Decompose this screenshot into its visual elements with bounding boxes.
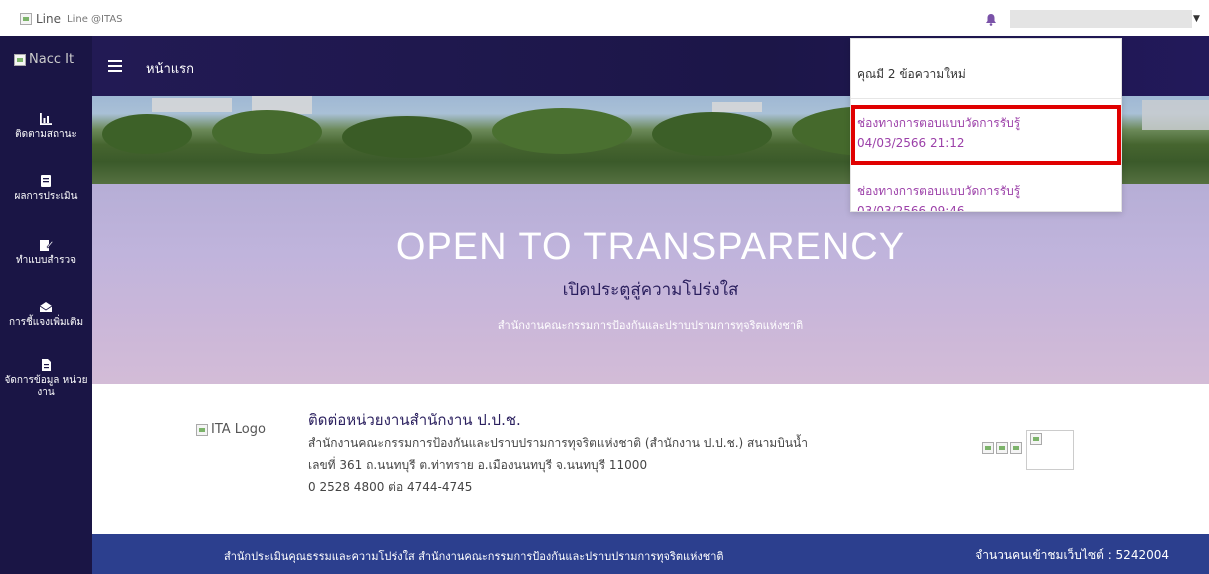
hero-subtitle: เปิดประตูสู่ความโปร่งใส (562, 280, 739, 300)
partner-logo-box[interactable] (1026, 430, 1074, 470)
document-icon (41, 175, 51, 187)
file-icon (42, 359, 51, 371)
footer-org-name: สำนักประเมินคุณธรรมและความโปร่งใส สำนักง… (224, 550, 724, 563)
notification-title: ช่องทางการตอบแบบวัดการรับรู้ (857, 116, 1021, 130)
visitor-counter: จำนวนคนเข้าชมเว็บไซต์ : 5242004 (975, 548, 1169, 562)
notification-dropdown: คุณมี 2 ข้อความใหม่ ช่องทางการตอบแบบวัดก… (850, 38, 1122, 212)
contact-phone: 0 2528 4800 ต่อ 4744-4745 (308, 480, 473, 494)
ita-logo: ITA Logo (196, 422, 266, 437)
sidebar-logo-alt: Nacc It (29, 52, 75, 67)
user-name-redacted[interactable] (1010, 10, 1192, 28)
line-logo-alt: Line (36, 12, 62, 26)
line-logo[interactable]: Line Line @ITAS (20, 12, 123, 26)
envelope-icon (39, 302, 53, 312)
nav-home[interactable]: หน้าแรก (146, 58, 194, 79)
sidebar-item-status[interactable]: ติดตามสถานะ (0, 112, 92, 141)
footer: สำนักประเมินคุณธรรมและความโปร่งใส สำนักง… (92, 534, 1209, 574)
sidebar-item-manage-agency[interactable]: จัดการข้อมูล หน่วยงาน (0, 358, 92, 399)
notification-header: คุณมี 2 ข้อความใหม่ (851, 39, 1121, 99)
bell-icon[interactable] (985, 13, 997, 26)
partner-logos (982, 442, 1022, 454)
hero-title: OPEN TO TRANSPARENCY (395, 226, 906, 268)
contact-section: ITA Logo ติดต่อหน่วยงานสำนักงาน ป.ป.ช. ส… (92, 384, 1209, 534)
sidebar: Nacc It ติดตามสถานะ ผลการประเมิน ทำแบบสำ… (0, 36, 92, 574)
sidebar-item-survey[interactable]: ทำแบบสำรวจ (0, 238, 92, 267)
broken-image-icon (20, 13, 32, 25)
contact-address-2: เลขที่ 361 ถ.นนทบุรี ต.ท่าทราย อ.เมืองนน… (308, 458, 648, 472)
broken-image-icon (196, 423, 208, 436)
broken-image-icon (14, 53, 26, 66)
brand-label: Line @ITAS (67, 13, 123, 25)
chart-icon (40, 113, 52, 125)
hero-description: สำนักงานคณะกรรมการป้องกันและปราบปรามการท… (497, 319, 804, 332)
notification-item[interactable]: ช่องทางการตอบแบบวัดการรับรู้ 04/03/2566 … (851, 105, 1121, 165)
broken-image-icon[interactable] (1010, 442, 1022, 454)
sidebar-logo[interactable]: Nacc It (14, 52, 74, 67)
hero-banner: OPEN TO TRANSPARENCY เปิดประตูสู่ความโปร… (92, 184, 1209, 384)
contact-title: ติดต่อหน่วยงานสำนักงาน ป.ป.ช. (308, 411, 521, 429)
caret-down-icon[interactable]: ▼ (1193, 14, 1200, 24)
ita-logo-alt: ITA Logo (211, 422, 266, 437)
sidebar-item-label: ผลการประเมิน (14, 191, 78, 202)
edit-icon (40, 240, 53, 251)
broken-image-icon[interactable] (982, 442, 994, 454)
sidebar-item-label: จัดการข้อมูล หน่วยงาน (4, 375, 88, 398)
broken-image-icon (1030, 433, 1042, 445)
notification-title: ช่องทางการตอบแบบวัดการรับรู้ (857, 184, 1021, 198)
notification-count-text: คุณมี 2 ข้อความใหม่ (857, 67, 966, 81)
sidebar-item-label: การชี้แจงเพิ่มเติม (8, 317, 84, 328)
sidebar-item-label: ติดตามสถานะ (15, 129, 77, 140)
hamburger-icon[interactable] (108, 60, 122, 72)
contact-address-1: สำนักงานคณะกรรมการป้องกันและปราบปรามการท… (308, 436, 808, 450)
notification-item[interactable]: ช่องทางการตอบแบบวัดการรับรู้ 03/03/2566 … (851, 175, 1121, 212)
sidebar-item-label: ทำแบบสำรวจ (16, 255, 76, 266)
sidebar-item-clarification[interactable]: การชี้แจงเพิ่มเติม (0, 300, 92, 329)
notification-timestamp: 03/03/2566 09:46 (857, 204, 965, 212)
top-bar: Line Line @ITAS ▼ (0, 0, 1209, 36)
notification-timestamp: 04/03/2566 21:12 (857, 136, 965, 150)
broken-image-icon[interactable] (996, 442, 1008, 454)
sidebar-item-results[interactable]: ผลการประเมิน (0, 174, 92, 203)
